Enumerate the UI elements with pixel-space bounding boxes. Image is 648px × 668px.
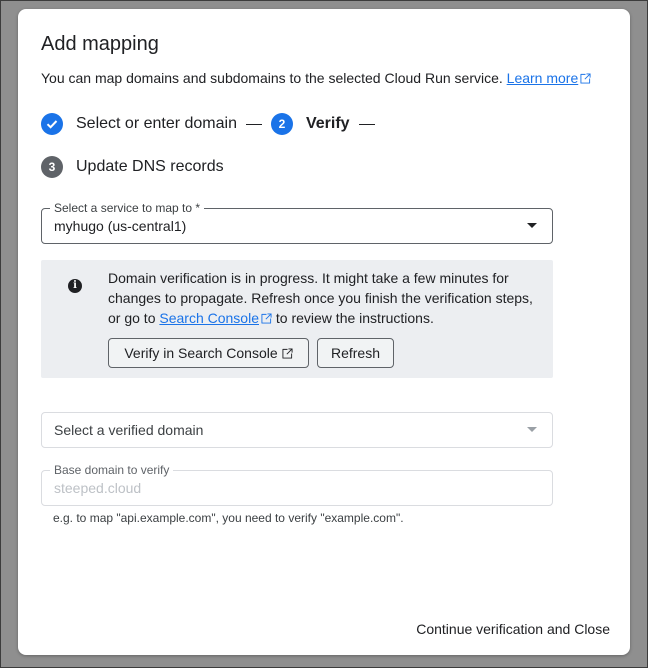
subtitle-text: You can map domains and subdomains to th… [41, 70, 503, 86]
service-select[interactable]: Select a service to map to * myhugo (us-… [41, 201, 553, 244]
learn-more-label: Learn more [506, 70, 579, 86]
dialog-title: Add mapping [41, 33, 159, 55]
step-separator [245, 123, 262, 125]
dialog-subtitle: You can map domains and subdomains to th… [41, 70, 591, 86]
dropdown-arrow-icon [527, 427, 537, 432]
step-separator [358, 123, 375, 125]
dropdown-arrow-icon [527, 223, 537, 228]
learn-more-link[interactable]: Learn more [507, 70, 592, 86]
external-link-icon [261, 313, 272, 324]
info-message: Domain verification is in progress. It m… [108, 268, 538, 328]
base-domain-hint: e.g. to map "api.example.com", you need … [53, 511, 404, 525]
verify-button-label: Verify in Search Console [124, 345, 278, 361]
external-link-icon [282, 347, 293, 359]
step-3-label: Update DNS records [76, 158, 224, 175]
base-domain-field[interactable]: Base domain to verify steeped.cloud [41, 463, 553, 506]
base-domain-label: Base domain to verify [50, 463, 174, 477]
service-select-label: Select a service to map to * [50, 201, 205, 215]
info-icon: i [68, 279, 82, 293]
step-done-check-icon [41, 113, 63, 135]
continue-verification-close-button[interactable]: Continue verification and Close [416, 621, 610, 637]
external-link-icon [580, 73, 591, 84]
stepper-row: Select or enter domain 2 Verify [41, 113, 384, 135]
search-console-link[interactable]: Search Console [159, 310, 272, 326]
verify-in-search-console-button[interactable]: Verify in Search Console [108, 338, 309, 368]
stepper-row-2: 3 Update DNS records [41, 156, 224, 178]
info-text-after: to review the instructions. [272, 310, 434, 326]
refresh-button[interactable]: Refresh [317, 338, 394, 368]
step-2-label: Verify [305, 115, 350, 132]
base-domain-placeholder: steeped.cloud [54, 480, 142, 496]
service-select-value: myhugo (us-central1) [54, 218, 187, 234]
verified-domain-select[interactable]: Select a verified domain [41, 412, 553, 448]
search-console-link-label: Search Console [159, 310, 259, 326]
verified-domain-placeholder: Select a verified domain [54, 422, 204, 438]
step-1-label: Select or enter domain [76, 115, 237, 132]
add-mapping-dialog: Add mapping You can map domains and subd… [18, 9, 630, 655]
verification-info-box: i Domain verification is in progress. It… [41, 260, 553, 378]
step-2-number: 2 [270, 113, 293, 135]
step-3-number: 3 [41, 156, 63, 178]
